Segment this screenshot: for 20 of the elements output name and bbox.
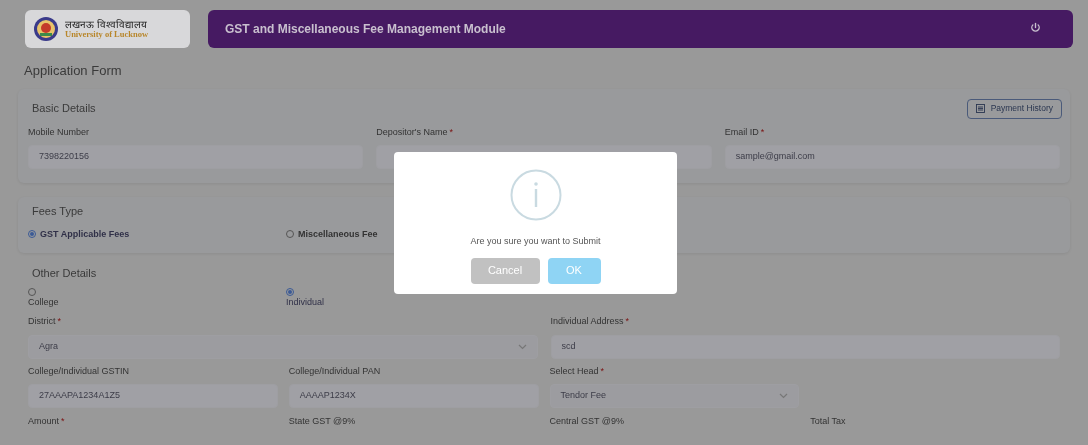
dialog-message: Are you sure you want to Submit — [470, 235, 601, 248]
section-heading: Basic Details — [32, 101, 96, 117]
field-label: College/Individual GSTIN — [28, 364, 131, 378]
section-heading: Other Details — [32, 266, 97, 281]
section-heading: Fees Type — [32, 204, 85, 219]
field-label: State GST @9% — [288, 415, 357, 428]
logo-english-text: University of Lucknow — [65, 29, 149, 39]
field-label: Select Head * — [549, 364, 606, 378]
field-label: Individual Address * — [550, 315, 631, 328]
field-label: Depositor's Name * — [376, 125, 455, 139]
page-title: Application Form — [24, 62, 123, 80]
logo-hindi-text: लखनऊ विश्वविद्यालय — [65, 19, 148, 30]
field-label: Mobile Number — [28, 125, 91, 139]
header-title: GST and Miscellaneous Fee Management Module — [225, 21, 506, 38]
field-label: Email ID * — [724, 125, 766, 139]
field-label: Amount * — [28, 415, 66, 428]
field-label: Central GST @9% — [549, 415, 625, 428]
field-label: College/Individual PAN — [288, 364, 382, 378]
field-label: Total Tax — [810, 415, 847, 428]
field-label: District * — [28, 315, 62, 328]
